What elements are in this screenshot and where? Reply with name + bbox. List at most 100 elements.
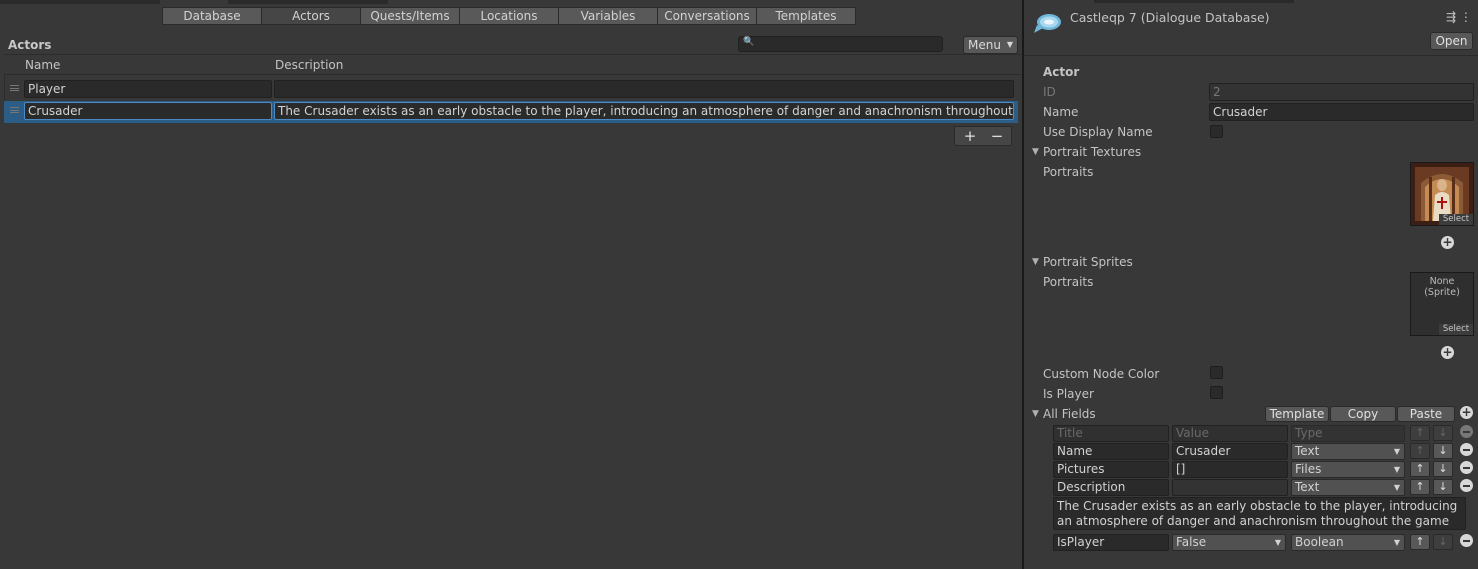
move-up-icon: ↑ (1410, 425, 1430, 441)
portrait-texture-slot[interactable]: Select (1410, 162, 1474, 226)
add-portrait-texture-icon[interactable]: + (1441, 236, 1454, 249)
field-type-dropdown[interactable]: Files ▼ (1291, 461, 1405, 478)
select-texture-button[interactable]: Select (1439, 214, 1473, 225)
custom-node-color-label: Custom Node Color (1043, 367, 1160, 381)
move-down-icon: ↓ (1433, 534, 1453, 550)
tab-actors[interactable]: Actors (261, 7, 361, 25)
actor-name-field[interactable]: Player (24, 80, 272, 98)
move-down-icon[interactable]: ↓ (1433, 479, 1453, 495)
field-type-dropdown[interactable]: Text ▼ (1291, 443, 1405, 460)
divider (4, 74, 1022, 75)
id-field: 2 (1209, 83, 1474, 101)
field-title-input[interactable]: IsPlayer (1053, 534, 1169, 551)
copy-button[interactable]: Copy (1330, 406, 1396, 422)
use-display-name-checkbox[interactable] (1210, 125, 1223, 138)
search-input[interactable]: 🔍 (738, 36, 943, 52)
move-up-icon: ↑ (1410, 443, 1430, 459)
field-value-dropdown[interactable]: False ▼ (1172, 534, 1286, 551)
settings-icons: ⇶ ⋮ (1446, 10, 1472, 24)
tab-quests-items[interactable]: Quests/Items (360, 7, 460, 25)
drag-handle-icon[interactable] (10, 85, 19, 91)
foldout-arrow-icon[interactable]: ▼ (1032, 147, 1039, 157)
description-textarea[interactable]: The Crusader exists as an early obstacle… (1053, 497, 1466, 530)
template-button[interactable]: Template (1265, 406, 1329, 422)
tab-variables[interactable]: Variables (558, 7, 658, 25)
value-column-header: Value (1172, 425, 1288, 442)
is-player-checkbox[interactable] (1210, 386, 1223, 399)
tab-conversations[interactable]: Conversations (657, 7, 757, 25)
paste-button[interactable]: Paste (1397, 406, 1455, 422)
field-title-input[interactable]: Pictures (1053, 461, 1169, 478)
chevron-down-icon: ▼ (1393, 447, 1400, 456)
field-value-label: False (1176, 535, 1207, 549)
database-tabs: Database Actors Quests/Items Locations V… (162, 7, 856, 25)
remove-field-icon[interactable] (1460, 534, 1473, 547)
field-type-dropdown[interactable]: Text ▼ (1291, 479, 1405, 496)
table-row[interactable]: Crusader The Crusader exists as an early… (4, 101, 1018, 123)
portrait-sprites-foldout[interactable]: Portrait Sprites (1043, 255, 1133, 269)
adjust-icon[interactable]: ⇶ (1446, 10, 1456, 24)
remove-field-icon[interactable] (1460, 479, 1473, 492)
divider (1024, 55, 1478, 56)
field-type-label: Boolean (1295, 535, 1344, 549)
all-fields-foldout[interactable]: All Fields (1043, 407, 1096, 421)
actor-description-field[interactable]: The Crusader exists as an early obstacle… (274, 102, 1014, 120)
remove-field-icon[interactable] (1460, 443, 1473, 456)
chevron-down-icon: ▼ (1393, 538, 1400, 547)
title-column-header: Title (1053, 425, 1169, 442)
remove-field-icon[interactable] (1460, 461, 1473, 474)
actor-name-field[interactable]: Crusader (24, 102, 272, 120)
add-remove-footer: + − (954, 126, 1012, 146)
move-up-icon[interactable]: ↑ (1410, 461, 1430, 477)
add-portrait-sprite-icon[interactable]: + (1441, 346, 1454, 359)
tab-templates[interactable]: Templates (756, 7, 856, 25)
field-type-dropdown[interactable]: Boolean ▼ (1291, 534, 1405, 551)
portrait-textures-foldout[interactable]: Portrait Textures (1043, 145, 1141, 159)
menu-dropdown[interactable]: Menu ▼ (963, 36, 1018, 54)
portraits-sprites-label: Portraits (1043, 275, 1094, 289)
field-value-input (1172, 479, 1288, 496)
field-value-input[interactable]: Crusader (1172, 443, 1288, 460)
move-down-icon[interactable]: ↓ (1433, 443, 1453, 459)
add-actor-button[interactable]: + (956, 127, 984, 145)
window-tab-strip-3 (1094, 0, 1294, 3)
remove-actor-button[interactable]: − (983, 127, 1011, 145)
column-header-name[interactable]: Name (25, 58, 60, 72)
select-sprite-button[interactable]: Select (1439, 324, 1473, 335)
field-value-input[interactable]: [] (1172, 461, 1288, 478)
move-up-icon[interactable]: ↑ (1410, 479, 1430, 495)
inspector-panel: Castleqp 7 (Dialogue Database) ⇶ ⋮ Open … (1024, 0, 1478, 569)
open-button[interactable]: Open (1430, 32, 1473, 50)
type-column-header: Type (1291, 425, 1405, 442)
dialogue-database-icon (1034, 14, 1061, 33)
search-icon: 🔍 (743, 37, 755, 47)
drag-handle-icon[interactable] (10, 107, 19, 113)
move-down-icon: ↓ (1433, 425, 1453, 441)
table-row[interactable]: Player (4, 79, 1018, 101)
id-label: ID (1043, 85, 1056, 99)
column-header-description[interactable]: Description (275, 58, 343, 72)
chevron-down-icon: ▼ (1393, 483, 1400, 492)
menu-label: Menu (968, 38, 1001, 52)
custom-node-color-checkbox[interactable] (1210, 366, 1223, 379)
chevron-down-icon: ▼ (1393, 465, 1400, 474)
name-field[interactable]: Crusader (1209, 103, 1474, 121)
actor-description-field[interactable] (274, 80, 1014, 98)
move-up-icon[interactable]: ↑ (1410, 534, 1430, 550)
tab-locations[interactable]: Locations (459, 7, 559, 25)
portrait-sprite-slot[interactable]: None (Sprite) Select (1410, 272, 1474, 336)
more-options-icon[interactable]: ⋮ (1460, 10, 1472, 24)
add-field-icon[interactable]: + (1460, 406, 1473, 419)
is-player-label: Is Player (1043, 387, 1094, 401)
field-type-label: Text (1295, 444, 1320, 458)
foldout-arrow-icon[interactable]: ▼ (1032, 409, 1039, 419)
field-title-input[interactable]: Description (1053, 479, 1169, 496)
use-display-name-label: Use Display Name (1043, 125, 1153, 139)
foldout-arrow-icon[interactable]: ▼ (1032, 257, 1039, 267)
move-down-icon[interactable]: ↓ (1433, 461, 1453, 477)
asset-title: Castleqp 7 (Dialogue Database) (1070, 10, 1270, 25)
chevron-down-icon: ▼ (1274, 538, 1281, 547)
tab-database[interactable]: Database (162, 7, 262, 25)
field-title-input[interactable]: Name (1053, 443, 1169, 460)
actors-editor-panel: Database Actors Quests/Items Locations V… (0, 0, 1022, 569)
